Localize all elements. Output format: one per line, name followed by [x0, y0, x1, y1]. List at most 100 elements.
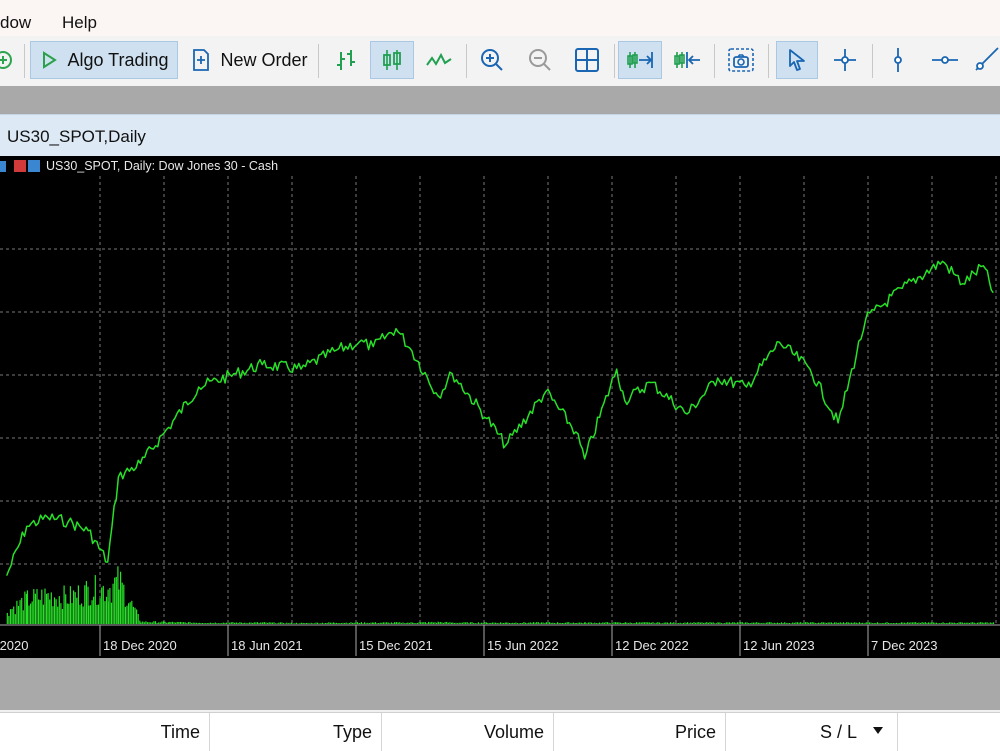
volume-bar	[71, 603, 73, 624]
x-tick-label: 7 Dec 2023	[871, 638, 938, 653]
volume-bar	[378, 623, 380, 624]
volume-bar	[960, 622, 962, 624]
chart-window-titlebar[interactable]: US30_SPOT,Daily	[0, 114, 1000, 157]
candlestick-button[interactable]	[370, 41, 414, 79]
volume-bar	[69, 586, 71, 624]
bar-chart-button[interactable]	[326, 41, 366, 79]
horizontal-line-button[interactable]	[924, 41, 966, 79]
volume-bar	[452, 622, 454, 624]
volume-bar	[676, 623, 678, 624]
volume-bar	[446, 621, 448, 624]
menu-help[interactable]: Help	[62, 13, 97, 33]
volume-bar	[711, 622, 713, 624]
menu-window[interactable]: dow	[0, 13, 31, 33]
column-type[interactable]: Type	[210, 713, 382, 751]
volume-bar	[294, 623, 296, 624]
volume-bar	[239, 622, 241, 624]
column-sl[interactable]: S / L	[726, 713, 898, 751]
chart-shift-button[interactable]	[666, 41, 708, 79]
sell-icon[interactable]	[14, 160, 26, 172]
screenshot-button[interactable]	[720, 41, 762, 79]
x-tick-label: Jun 2020	[0, 638, 29, 653]
volume-bar	[334, 622, 336, 624]
volume-bar	[216, 623, 218, 624]
volume-bar	[423, 622, 425, 624]
volume-bar	[151, 622, 153, 624]
column-tp[interactable]	[898, 713, 1000, 751]
separator	[768, 44, 769, 78]
volume-bar	[263, 622, 265, 624]
cursor-button[interactable]	[776, 41, 818, 79]
volume-bar	[468, 623, 470, 624]
volume-bar	[746, 622, 748, 624]
column-price[interactable]: Price	[554, 713, 726, 751]
buy-icon[interactable]	[28, 160, 40, 172]
new-order-button[interactable]: New Order	[186, 41, 312, 79]
volume-bar	[114, 577, 116, 624]
volume-bar	[970, 622, 972, 624]
volume-bar	[198, 622, 200, 624]
volume-bar	[515, 622, 517, 624]
column-time[interactable]: Time	[0, 713, 210, 751]
auto-scroll-button[interactable]	[618, 41, 662, 79]
volume-bar	[822, 622, 824, 624]
chart-area[interactable]: Jun 2020 18 Dec 2020 18 Jun 2021 15 Dec 202…	[0, 156, 1000, 658]
separator	[466, 44, 467, 78]
volume-bar	[780, 622, 783, 624]
volume-bar	[76, 597, 78, 624]
column-volume[interactable]: Volume	[382, 713, 554, 751]
sort-dropdown-icon[interactable]	[873, 727, 883, 734]
volume-bar	[115, 576, 117, 624]
volume-bar	[665, 622, 667, 624]
volume-bar	[146, 622, 149, 624]
volume-bar	[184, 622, 186, 624]
line-chart-button[interactable]	[418, 41, 460, 79]
volume-bar	[230, 622, 232, 624]
volume-bar	[297, 623, 299, 624]
volume-bar	[318, 623, 320, 624]
volume-bar	[531, 622, 533, 624]
volume-bar	[552, 622, 554, 624]
zoom-out-button[interactable]	[520, 41, 560, 79]
volume-bar	[715, 623, 717, 624]
chart-menu-icon[interactable]	[0, 160, 6, 172]
volume-bar	[722, 623, 724, 624]
volume-bar	[643, 622, 646, 624]
volume-bar	[381, 622, 383, 624]
zoom-in-button[interactable]	[472, 41, 512, 79]
volume-bar	[563, 622, 565, 624]
volume-bar	[28, 605, 30, 624]
volume-bar	[654, 623, 656, 624]
volume-bar	[942, 622, 944, 624]
volume-bar	[736, 622, 739, 624]
volume-bar	[128, 603, 130, 624]
volume-bar	[824, 622, 826, 624]
volume-bar	[41, 589, 43, 624]
auto-scroll-icon	[627, 52, 653, 68]
volume-bar	[801, 623, 803, 624]
vertical-line-button[interactable]	[878, 41, 918, 79]
trend-line-button[interactable]	[972, 41, 1000, 79]
volume-bar	[927, 622, 930, 624]
volume-bar	[321, 622, 323, 624]
volume-bar	[629, 622, 631, 624]
volume-bar	[640, 622, 642, 624]
volume-bar	[19, 600, 21, 624]
volume-bar	[36, 589, 38, 624]
volume-bar	[142, 621, 144, 624]
volume-bar	[179, 621, 181, 624]
volume-bar	[939, 623, 941, 624]
algo-trading-button[interactable]: Algo Trading	[30, 41, 178, 79]
volume-bar	[870, 622, 872, 624]
add-symbol-button[interactable]	[0, 41, 16, 79]
crosshair-button[interactable]	[824, 41, 866, 79]
volume-bar	[473, 623, 475, 624]
tile-windows-button[interactable]	[566, 41, 608, 79]
volume-bar	[156, 622, 158, 624]
volume-bar	[33, 589, 35, 624]
volume-bar	[748, 623, 750, 624]
volume-bar	[605, 622, 607, 624]
price-line	[6, 260, 994, 576]
volume-bar	[574, 623, 576, 624]
volume-bar	[447, 622, 449, 624]
